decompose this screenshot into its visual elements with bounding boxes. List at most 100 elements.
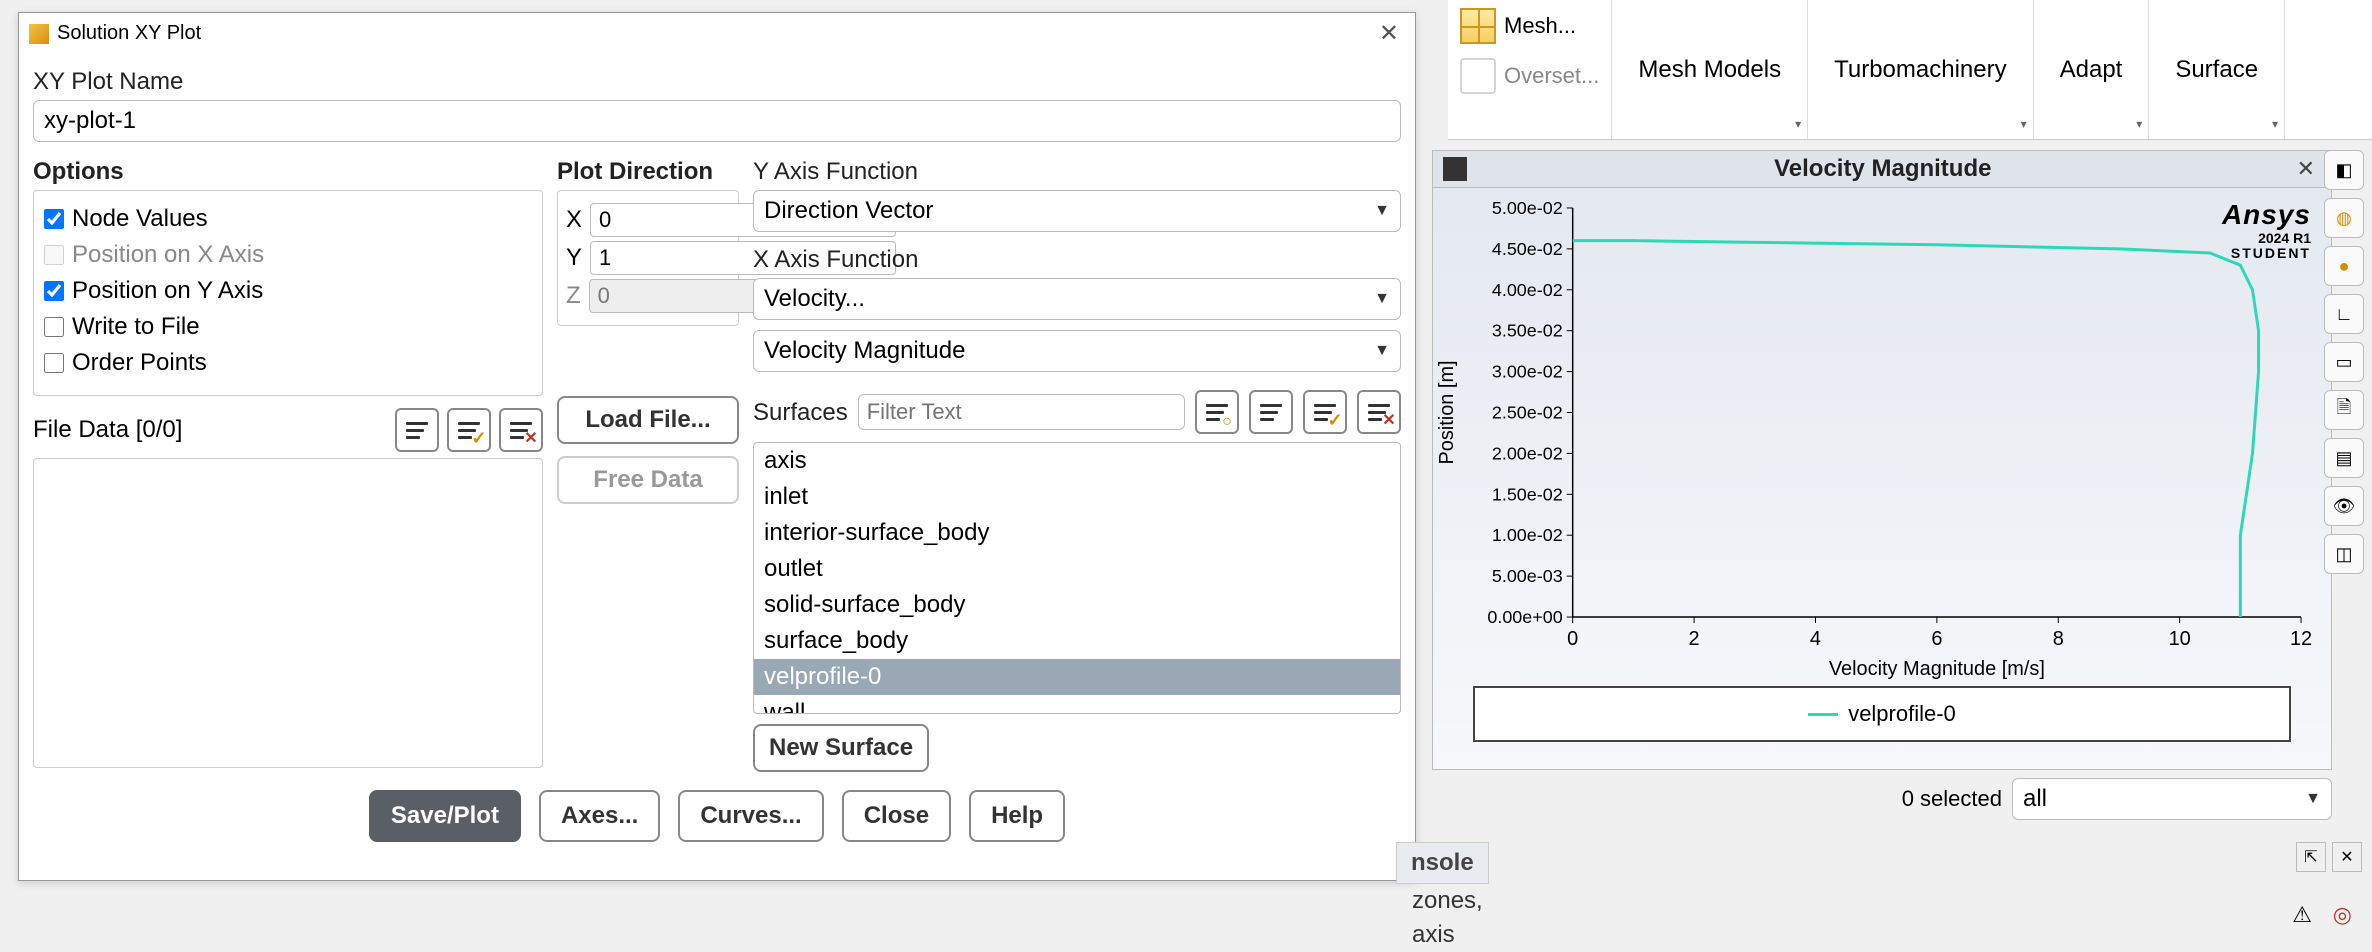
- surface-item[interactable]: inlet: [754, 479, 1400, 515]
- surfaces-sort-button[interactable]: [1249, 390, 1293, 434]
- tool-visibility-icon[interactable]: 👁: [2324, 486, 2364, 526]
- surface-item[interactable]: outlet: [754, 551, 1400, 587]
- ribbon-turbomachinery-label: Turbomachinery: [1834, 54, 2007, 85]
- x-axis-function-variable-select[interactable]: Velocity Magnitude▼: [753, 330, 1401, 372]
- console-line: zones,: [1412, 884, 1483, 918]
- svg-text:0.00e+00: 0.00e+00: [1487, 607, 1562, 627]
- dropdown-icon: ▾: [2021, 117, 2027, 133]
- ribbon-turbomachinery[interactable]: Turbomachinery ▾: [1808, 0, 2034, 139]
- load-file-button[interactable]: Load File...: [557, 396, 739, 444]
- write-to-file-checkbox[interactable]: Write to File: [44, 313, 532, 341]
- selection-filter-select[interactable]: all▼: [2012, 778, 2332, 820]
- chevron-down-icon: ▼: [2305, 790, 2321, 808]
- dropdown-icon: ▾: [2272, 117, 2278, 133]
- surfaces-select-all-button[interactable]: [1303, 390, 1347, 434]
- dropdown-icon: ▾: [1795, 117, 1801, 133]
- record-icon[interactable]: ◎: [2333, 902, 2352, 928]
- svg-text:6: 6: [1931, 628, 1942, 650]
- options-label: Options: [33, 158, 543, 186]
- dialog-title: Solution XY Plot: [57, 22, 201, 45]
- chart-titlebar: Velocity Magnitude ✕: [1433, 151, 2331, 188]
- ribbon-overset-btn[interactable]: Overset...: [1454, 54, 1605, 98]
- console-close-icon[interactable]: ✕: [2332, 842, 2362, 872]
- position-x-checkbox[interactable]: Position on X Axis: [44, 241, 532, 269]
- svg-text:Position [m]: Position [m]: [1436, 360, 1458, 464]
- ribbon-surface[interactable]: Surface ▾: [2149, 0, 2285, 139]
- file-select-all-button[interactable]: [447, 408, 491, 452]
- y-axis-function-label: Y Axis Function: [753, 158, 1401, 186]
- tool-highlight-icon[interactable]: ●: [2324, 246, 2364, 286]
- surfaces-filter-input[interactable]: [858, 394, 1185, 430]
- order-points-checkbox[interactable]: Order Points: [44, 349, 532, 377]
- dialog-close-button[interactable]: ✕: [1373, 19, 1405, 48]
- free-data-button: Free Data: [557, 456, 739, 504]
- svg-text:10: 10: [2169, 628, 2191, 650]
- chart-title: Velocity Magnitude: [1475, 155, 2291, 183]
- surface-item[interactable]: surface_body: [754, 623, 1400, 659]
- tool-cube-icon[interactable]: ◧: [2324, 150, 2364, 190]
- curves-button[interactable]: Curves...: [678, 790, 823, 842]
- xy-plot-name-input[interactable]: [33, 100, 1401, 142]
- legend-line-icon: [1808, 713, 1838, 716]
- console-toolbar: ⇱ ✕: [2296, 842, 2362, 872]
- close-button[interactable]: Close: [842, 790, 951, 842]
- x-axis-function-label: X Axis Function: [753, 246, 1401, 274]
- console-popout-icon[interactable]: ⇱: [2296, 842, 2326, 872]
- legend-label: velprofile-0: [1848, 701, 1956, 727]
- svg-text:3.50e-02: 3.50e-02: [1492, 321, 1563, 341]
- warning-icon[interactable]: ⚠: [2292, 902, 2312, 928]
- plot-direction-label: Plot Direction: [557, 158, 739, 186]
- file-sort-button[interactable]: [395, 408, 439, 452]
- tool-ruler-icon[interactable]: ▭: [2324, 342, 2364, 382]
- tool-notes-icon[interactable]: 🗎: [2324, 390, 2364, 430]
- tool-palette-icon[interactable]: ◍: [2324, 198, 2364, 238]
- main-ribbon: Mesh... Overset... Mesh Models ▾ Turboma…: [1448, 0, 2372, 140]
- file-data-list[interactable]: [33, 458, 543, 768]
- x-axis-function-category-select[interactable]: Velocity...▼: [753, 278, 1401, 320]
- ribbon-adapt-label: Adapt: [2060, 54, 2123, 85]
- svg-text:8: 8: [2053, 628, 2064, 650]
- surface-item[interactable]: solid-surface_body: [754, 587, 1400, 623]
- surfaces-toggle-tree-button[interactable]: [1195, 390, 1239, 434]
- ribbon-mesh-group: Mesh... Overset...: [1448, 0, 1612, 139]
- svg-text:4.50e-02: 4.50e-02: [1492, 239, 1563, 259]
- tool-layout-icon[interactable]: ◫: [2324, 534, 2364, 574]
- chart-plot-area[interactable]: 0.00e+005.00e-031.00e-021.50e-022.00e-02…: [1433, 188, 2331, 767]
- file-deselect-all-button[interactable]: [499, 408, 543, 452]
- new-surface-button[interactable]: New Surface: [753, 724, 929, 772]
- console-output: zones, axis: [1412, 884, 1483, 951]
- surface-item[interactable]: velprofile-0: [754, 659, 1400, 695]
- ribbon-surface-label: Surface: [2175, 54, 2258, 85]
- save-plot-button[interactable]: Save/Plot: [369, 790, 521, 842]
- y-axis-function-select[interactable]: Direction Vector▼: [753, 190, 1401, 232]
- dialog-footer: Save/Plot Axes... Curves... Close Help: [33, 772, 1401, 866]
- overset-icon: [1460, 58, 1496, 94]
- help-button[interactable]: Help: [969, 790, 1065, 842]
- node-values-checkbox[interactable]: Node Values: [44, 205, 532, 233]
- app-icon: [29, 24, 49, 44]
- ribbon-mesh-models[interactable]: Mesh Models ▾: [1612, 0, 1808, 139]
- surface-item[interactable]: axis: [754, 443, 1400, 479]
- surfaces-list[interactable]: axisinletinterior-surface_bodyoutletsoli…: [753, 442, 1401, 714]
- right-toolbar: ◧ ◍ ● ∟ ▭ 🗎 ▤ 👁 ◫: [2324, 150, 2368, 574]
- svg-text:Velocity Magnitude [m/s]: Velocity Magnitude [m/s]: [1829, 658, 2045, 680]
- surface-item[interactable]: interior-surface_body: [754, 515, 1400, 551]
- file-data-label: File Data [0/0]: [33, 416, 387, 444]
- console-tab[interactable]: nsole: [1396, 842, 1489, 884]
- ribbon-adapt[interactable]: Adapt ▾: [2034, 0, 2150, 139]
- tool-axes-icon[interactable]: ∟: [2324, 294, 2364, 334]
- svg-text:1.50e-02: 1.50e-02: [1492, 484, 1563, 504]
- chart-close-button[interactable]: ✕: [2291, 156, 2321, 182]
- selection-count-label: 0 selected: [1902, 786, 2002, 812]
- chevron-down-icon: ▼: [1374, 202, 1390, 220]
- surface-item[interactable]: wall: [754, 695, 1400, 714]
- position-y-checkbox[interactable]: Position on Y Axis: [44, 277, 532, 305]
- svg-text:3.00e-02: 3.00e-02: [1492, 362, 1563, 382]
- tool-window-icon[interactable]: ▤: [2324, 438, 2364, 478]
- ribbon-mesh-btn[interactable]: Mesh...: [1454, 4, 1605, 48]
- mesh-icon: [1460, 8, 1496, 44]
- axes-button[interactable]: Axes...: [539, 790, 660, 842]
- surfaces-deselect-all-button[interactable]: [1357, 390, 1401, 434]
- svg-text:5.00e-02: 5.00e-02: [1492, 198, 1563, 218]
- surfaces-label: Surfaces: [753, 399, 848, 427]
